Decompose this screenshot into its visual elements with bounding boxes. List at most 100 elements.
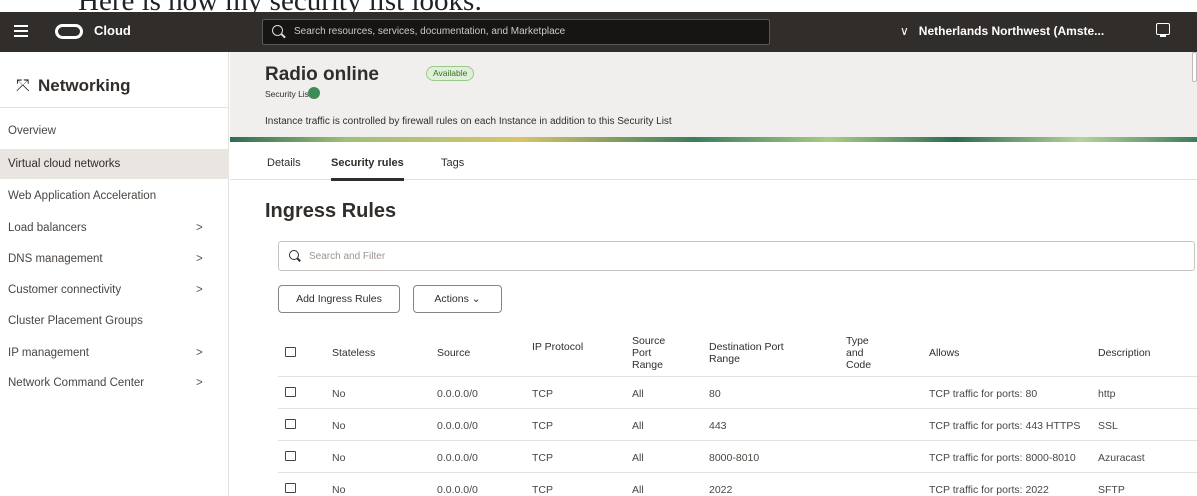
sidebar-item-label: Load balancers — [8, 222, 87, 234]
developer-tools-icon[interactable] — [1156, 23, 1170, 37]
cell-source: 0.0.0.0/0 — [437, 388, 478, 400]
col-header-allows[interactable]: Allows — [929, 347, 959, 359]
caption-text: Here is how my security list looks: — [78, 0, 482, 12]
cell-protocol: TCP — [532, 388, 553, 400]
table-row: No 0.0.0.0/0 TCP All 80 TCP traffic for ports… — [278, 376, 1197, 408]
sidebar-item[interactable]: Customer connectivity > — [0, 275, 229, 305]
oracle-logo-icon[interactable] — [55, 24, 83, 39]
cell-stateless: No — [332, 420, 346, 432]
table-row: No 0.0.0.0/0 TCP All 2022 TCP traffic for por… — [278, 472, 1197, 496]
chevron-down-icon: ⌄ — [471, 293, 481, 305]
chevron-right-icon: > — [196, 222, 203, 234]
cell-allows: TCP traffic for ports: 443 HTTPS — [929, 420, 1081, 432]
ingress-rules-heading: Ingress Rules — [265, 200, 397, 222]
cell-description: SSL — [1098, 420, 1118, 432]
add-ingress-rules-button[interactable]: Add Ingress Rules — [278, 285, 400, 313]
cell-allows: TCP traffic for ports: 80 — [929, 388, 1038, 400]
hamburger-menu-icon[interactable] — [14, 25, 28, 37]
search-icon — [289, 250, 299, 260]
tab-details[interactable]: Details — [267, 157, 301, 178]
col-header-ip-protocol[interactable]: IP Protocol — [532, 341, 592, 353]
tab-security-rules[interactable]: Security rules — [331, 157, 404, 181]
tab-bar: Details Security rules Tags — [230, 142, 1197, 181]
sidebar-item-label: Cluster Placement Groups — [8, 315, 143, 327]
col-header-description[interactable]: Description — [1098, 347, 1151, 359]
cell-description: http — [1098, 388, 1116, 400]
cell-dst-port: 8000-8010 — [709, 452, 760, 464]
sidebar-item[interactable]: Cluster Placement Groups — [0, 306, 229, 336]
resource-header: Radio online Available Security List Ins… — [230, 52, 1197, 142]
row-checkbox[interactable] — [285, 387, 296, 397]
cell-allows: TCP traffic for ports: 2022 — [929, 484, 1049, 496]
cell-stateless: No — [332, 484, 346, 496]
sidebar-item[interactable]: Load balancers > — [0, 213, 229, 243]
help-icon[interactable] — [308, 87, 320, 99]
sidebar-item[interactable]: Network Command Center > — [0, 368, 229, 398]
filter-input[interactable]: Search and Filter — [278, 241, 1195, 271]
sidebar-item-label: DNS management — [8, 253, 103, 265]
scrollbar[interactable] — [1192, 52, 1197, 82]
region-selector[interactable]: ∨ Netherlands Northwest (Amste... — [900, 24, 1104, 38]
chevron-right-icon: > — [196, 347, 203, 359]
cell-allows: TCP traffic for ports: 8000-8010 — [929, 452, 1076, 464]
cell-description: SFTP — [1098, 484, 1125, 496]
chevron-right-icon: > — [196, 253, 203, 265]
sidebar-item[interactable]: IP management > — [0, 338, 229, 368]
col-header-type-and-code[interactable]: Type and Code — [846, 335, 882, 371]
row-checkbox[interactable] — [285, 451, 296, 461]
select-all-checkbox[interactable] — [285, 347, 296, 357]
actions-label: Actions — [434, 293, 469, 305]
sidebar-title: ⤧ Networking — [16, 76, 131, 96]
sidebar-item[interactable]: Web Application Acceleration — [0, 181, 229, 211]
col-header-source-port-range[interactable]: Source Port Range — [632, 335, 680, 371]
sidebar-item-label: Web Application Acceleration — [8, 190, 157, 202]
networking-icon: ⤧ — [16, 76, 30, 95]
sidebar-item[interactable]: Overview — [0, 116, 229, 146]
col-header-destination-port-range[interactable]: Destination Port Range — [709, 341, 799, 365]
row-checkbox[interactable] — [285, 419, 296, 429]
cell-description: Azuracast — [1098, 452, 1145, 464]
col-header-stateless[interactable]: Stateless — [332, 347, 375, 359]
sidebar: ⤧ Networking Overview Virtual cloud networ… — [0, 52, 229, 496]
sidebar-item[interactable]: Virtual cloud networks — [0, 149, 229, 179]
cell-source: 0.0.0.0/0 — [437, 484, 478, 496]
search-icon — [272, 25, 283, 36]
chevron-right-icon: > — [196, 284, 203, 296]
table-row: No 0.0.0.0/0 TCP All 8000-8010 TCP traffic fo… — [278, 440, 1197, 472]
cell-protocol: TCP — [532, 452, 553, 464]
cell-src-port: All — [632, 452, 644, 464]
top-navigation-bar: Cloud Search resources, services, docume… — [0, 12, 1197, 52]
search-placeholder: Search resources, services, documentatio… — [294, 26, 566, 37]
sidebar-item-label: Virtual cloud networks — [8, 158, 121, 170]
sidebar-item-label: Customer connectivity — [8, 284, 122, 296]
cell-src-port: All — [632, 388, 644, 400]
region-label: Netherlands Northwest (Amste... — [918, 24, 1105, 38]
cell-dst-port: 443 — [709, 420, 727, 432]
post-caption: Here is how my security list looks: — [0, 0, 1197, 12]
sidebar-item-label: Overview — [8, 125, 56, 137]
cell-stateless: No — [332, 452, 346, 464]
chevron-down-icon: ∨ — [900, 24, 909, 38]
sidebar-divider — [0, 107, 229, 108]
cell-dst-port: 80 — [709, 388, 721, 400]
table-row: No 0.0.0.0/0 TCP All 443 TCP traffic for port… — [278, 408, 1197, 440]
tab-tags[interactable]: Tags — [441, 157, 464, 178]
sidebar-item[interactable]: DNS management > — [0, 244, 229, 274]
actions-button[interactable]: Actions ⌄ — [413, 285, 502, 313]
cell-stateless: No — [332, 388, 346, 400]
col-header-source[interactable]: Source — [437, 347, 470, 359]
cell-src-port: All — [632, 420, 644, 432]
filter-placeholder: Search and Filter — [309, 251, 386, 262]
cell-source: 0.0.0.0/0 — [437, 452, 478, 464]
sidebar-title-text: Networking — [38, 76, 131, 95]
status-badge: Available — [426, 66, 475, 81]
cell-dst-port: 2022 — [709, 484, 733, 496]
resource-info-text: Instance traffic is controlled by firewa… — [265, 116, 672, 127]
cell-protocol: TCP — [532, 484, 553, 496]
cell-protocol: TCP — [532, 420, 553, 432]
sidebar-item-label: Network Command Center — [8, 377, 145, 389]
resource-name: Radio online — [265, 64, 379, 85]
brand-label[interactable]: Cloud — [94, 23, 131, 38]
row-checkbox[interactable] — [285, 483, 296, 493]
global-search-input[interactable]: Search resources, services, documentatio… — [262, 19, 770, 45]
